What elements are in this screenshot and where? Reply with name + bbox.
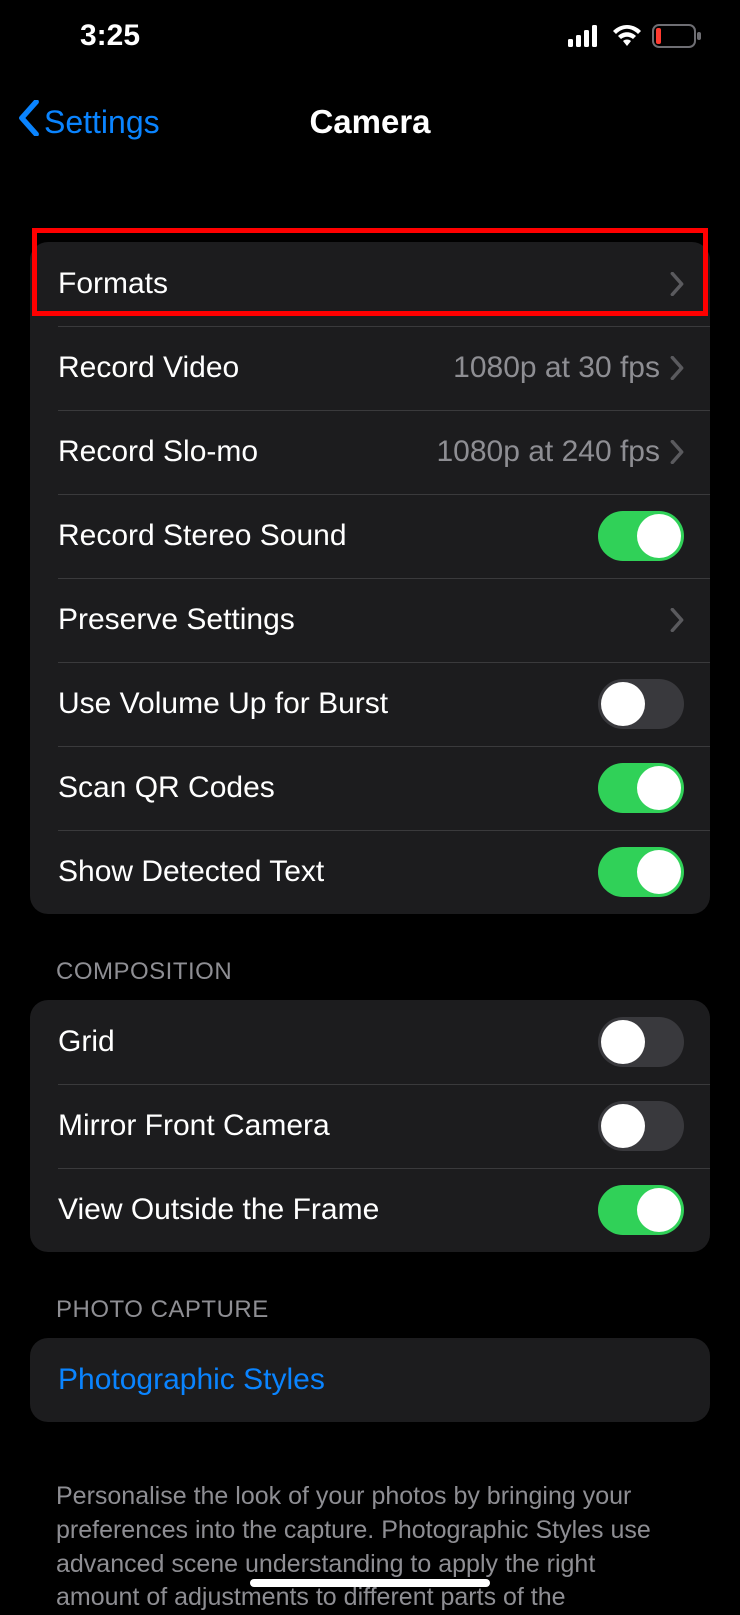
row-preserve-settings[interactable]: Preserve Settings (30, 578, 710, 662)
row-grid: Grid (30, 1000, 710, 1084)
settings-group-composition: Grid Mirror Front Camera View Outside th… (30, 1000, 710, 1252)
row-record-slomo[interactable]: Record Slo-mo 1080p at 240 fps (30, 410, 710, 494)
group-header-photo-capture: PHOTO CAPTURE (0, 1296, 740, 1338)
row-label: View Outside the Frame (58, 1193, 598, 1227)
row-formats[interactable]: Formats (30, 242, 710, 326)
row-view-outside-frame: View Outside the Frame (30, 1168, 710, 1252)
row-label: Scan QR Codes (58, 771, 598, 805)
row-label: Use Volume Up for Burst (58, 687, 598, 721)
row-label: Record Stereo Sound (58, 519, 598, 553)
chevron-left-icon (18, 100, 40, 144)
row-volume-up-burst: Use Volume Up for Burst (30, 662, 710, 746)
status-icons (568, 24, 702, 48)
row-label: Show Detected Text (58, 855, 598, 889)
row-label: Mirror Front Camera (58, 1109, 598, 1143)
chevron-right-icon (670, 440, 684, 464)
row-show-detected-text: Show Detected Text (30, 830, 710, 914)
toggle-view-outside-frame[interactable] (598, 1185, 684, 1235)
toggle-mirror-front-camera[interactable] (598, 1101, 684, 1151)
row-label: Photographic Styles (58, 1363, 684, 1397)
home-indicator[interactable] (250, 1579, 490, 1587)
toggle-record-stereo-sound[interactable] (598, 511, 684, 561)
chevron-right-icon (670, 272, 684, 296)
back-label: Settings (44, 104, 160, 141)
row-value: 1080p at 240 fps (436, 435, 660, 469)
chevron-right-icon (670, 608, 684, 632)
cellular-signal-icon (568, 25, 602, 47)
row-record-video[interactable]: Record Video 1080p at 30 fps (30, 326, 710, 410)
toggle-volume-up-burst[interactable] (598, 679, 684, 729)
row-label: Grid (58, 1025, 598, 1059)
group-footer-photo-capture: Personalise the look of your photos by b… (0, 1466, 740, 1615)
row-label: Preserve Settings (58, 603, 670, 637)
row-label: Record Slo-mo (58, 435, 436, 469)
wifi-icon (612, 25, 642, 47)
status-bar: 3:25 (0, 0, 740, 72)
toggle-show-detected-text[interactable] (598, 847, 684, 897)
row-label: Formats (58, 267, 670, 301)
row-record-stereo-sound: Record Stereo Sound (30, 494, 710, 578)
row-value: 1080p at 30 fps (453, 351, 660, 385)
settings-group-main: Formats Record Video 1080p at 30 fps Rec… (30, 242, 710, 914)
status-time: 3:25 (80, 19, 140, 53)
row-scan-qr-codes: Scan QR Codes (30, 746, 710, 830)
row-mirror-front-camera: Mirror Front Camera (30, 1084, 710, 1168)
settings-group-photo-capture: Photographic Styles (30, 1338, 710, 1422)
chevron-right-icon (670, 356, 684, 380)
toggle-grid[interactable] (598, 1017, 684, 1067)
back-button[interactable]: Settings (18, 100, 160, 144)
battery-low-icon (652, 24, 702, 48)
row-label: Record Video (58, 351, 453, 385)
group-header-composition: COMPOSITION (0, 958, 740, 1000)
nav-header: Settings Camera (0, 82, 740, 162)
row-photographic-styles[interactable]: Photographic Styles (30, 1338, 710, 1422)
toggle-scan-qr-codes[interactable] (598, 763, 684, 813)
